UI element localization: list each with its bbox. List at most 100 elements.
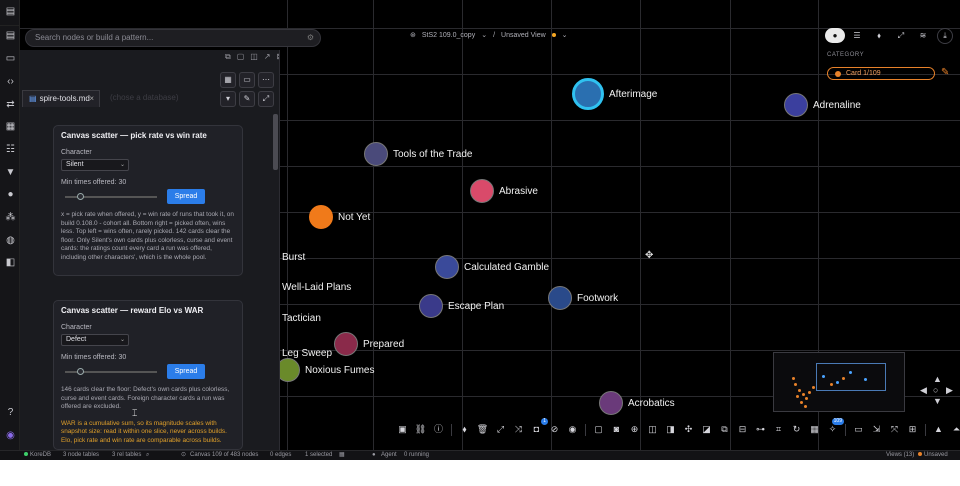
graph-node[interactable]: Abrasive <box>470 179 538 203</box>
globe-icon[interactable]: ◍ <box>5 235 16 246</box>
circle-mode-icon[interactable]: ● <box>825 28 845 43</box>
spread-button[interactable]: Spread <box>167 364 205 379</box>
dash-icon[interactable]: ⊟ <box>735 422 750 437</box>
layout-icon[interactable]: ⊞ <box>905 422 920 437</box>
folder-icon[interactable]: ▭ <box>5 53 16 64</box>
crumb-view[interactable]: Unsaved View <box>501 32 546 39</box>
crumb-project[interactable]: StS2 109.0_copy <box>422 32 475 39</box>
edit-button[interactable]: ✎ <box>239 91 255 107</box>
graph-node[interactable]: Footwork <box>548 286 618 310</box>
minimap-viewport[interactable] <box>816 363 886 391</box>
split-icon[interactable]: ⧉ <box>225 52 231 62</box>
label-icon[interactable]: ◘ 1 <box>529 418 548 437</box>
chevron-down-icon[interactable]: ⌄ <box>562 31 568 39</box>
character-select[interactable]: Silent ⌄ <box>61 159 129 171</box>
category-chip[interactable]: Card 1/109 <box>827 67 935 80</box>
image-icon[interactable]: ▣ <box>395 422 410 437</box>
graph-node[interactable]: Tools of the Trade <box>364 142 473 166</box>
link-icon[interactable]: ⛓ <box>413 422 428 437</box>
pan-right-icon[interactable]: ▶ <box>946 385 953 396</box>
paint-brush-icon[interactable]: ✎ <box>941 67 949 78</box>
shuffle-icon[interactable]: ⤨ <box>511 422 526 437</box>
panel-icon[interactable]: ◨ <box>663 422 678 437</box>
pan-left-icon[interactable]: ◀ <box>920 385 927 396</box>
tag-icon[interactable]: ⬧ <box>869 28 889 43</box>
hat-icon[interactable]: ▲ <box>931 422 946 437</box>
bell-icon[interactable]: ⏶ <box>949 422 960 437</box>
file-tab[interactable]: ▤ spire-tools.md × <box>22 90 100 107</box>
more-button[interactable]: ⋯ <box>258 72 274 88</box>
cube-icon[interactable]: ◧ <box>5 257 16 268</box>
slider-thumb[interactable] <box>77 193 84 200</box>
settings-icon[interactable]: ⚙ <box>307 30 314 46</box>
character-select[interactable]: Defect ⌄ <box>61 334 129 346</box>
views-count[interactable]: Views (13) <box>886 451 914 460</box>
graph-node[interactable]: Not Yet <box>309 205 370 229</box>
graph-icon[interactable]: ⤧ <box>887 422 902 437</box>
hierarchy-icon[interactable]: ☷ <box>5 144 16 155</box>
panel-scrollbar[interactable] <box>273 114 278 170</box>
table-icon[interactable]: ▦ <box>339 451 345 460</box>
min-offered-slider[interactable]: Spread <box>61 364 235 380</box>
info-icon[interactable]: ⓘ <box>431 422 446 437</box>
graph-node[interactable]: Adrenaline <box>784 93 861 117</box>
resize-icon[interactable]: ⤢ <box>891 28 911 43</box>
frame-icon[interactable]: ▢ <box>591 422 606 437</box>
pan-down-icon[interactable]: ▼ <box>933 396 942 406</box>
recenter-icon[interactable]: ○ <box>933 385 938 395</box>
graph-node[interactable]: Escape Plan <box>419 294 504 318</box>
download-icon[interactable]: ⤓ <box>937 28 953 44</box>
copy-icon[interactable]: ⧉ <box>717 422 732 437</box>
window-icon[interactable]: ▭ <box>851 422 866 437</box>
network-icon[interactable]: ⁂ <box>5 212 16 223</box>
close-panel-icon[interactable]: ⊠ <box>277 52 279 62</box>
crop-icon[interactable]: ⌗ <box>771 422 786 437</box>
user-avatar-icon[interactable]: ◉ <box>5 430 16 441</box>
graph-node[interactable]: Acrobatics <box>599 391 675 415</box>
fit-icon[interactable]: ⤢ <box>493 422 508 437</box>
db-status[interactable]: KoreDB <box>24 451 51 460</box>
graph-node[interactable]: Prepared <box>334 332 404 356</box>
window-icon[interactable]: ▢ <box>237 52 245 62</box>
search-input[interactable]: Search nodes or build a pattern... ⚙ <box>25 29 321 47</box>
magic-wand-icon[interactable]: ✧ 109 <box>825 418 844 437</box>
slider-thumb[interactable] <box>77 368 84 375</box>
transfer-icon[interactable]: ⇄ <box>5 99 16 110</box>
puzzle-icon[interactable]: ✣ <box>681 422 696 437</box>
close-tab-icon[interactable]: × <box>89 91 94 107</box>
page-icon[interactable]: ▤ <box>5 6 16 17</box>
collapse-icon[interactable]: ⇲ <box>869 422 884 437</box>
graph-node[interactable]: Noxious Fumes <box>276 358 374 382</box>
layers-icon[interactable]: ≋ <box>913 28 933 43</box>
scale-icon[interactable]: ▦ <box>807 422 822 437</box>
code-icon[interactable]: ‹› <box>5 76 16 87</box>
folder-button[interactable]: ▭ <box>239 72 255 88</box>
tag-icon[interactable]: ⬧ <box>457 422 472 437</box>
list-mode-icon[interactable]: ☰ <box>847 28 867 43</box>
external-icon[interactable]: ↗ <box>264 52 271 62</box>
grid-view-button[interactable]: ▦ <box>220 72 236 88</box>
graph-node[interactable]: Afterimage <box>572 78 657 110</box>
split-vertical-icon[interactable]: ◫ <box>250 52 258 62</box>
help-icon[interactable]: ? <box>5 407 16 418</box>
file-icon[interactable]: ▤ <box>5 30 16 41</box>
pan-up-icon[interactable]: ▲ <box>933 374 942 384</box>
table-icon[interactable]: ▦ <box>5 121 16 132</box>
expand-button[interactable]: ⤢ <box>258 91 274 107</box>
columns-icon[interactable]: ◫ <box>645 422 660 437</box>
filter-icon[interactable]: ▼ <box>5 167 16 178</box>
trash-icon[interactable]: 🗑 <box>475 422 490 437</box>
chat-icon[interactable]: ● <box>5 189 16 200</box>
chevron-down-icon[interactable]: ⌄ <box>481 31 487 39</box>
toggle-icon[interactable]: ⊶ <box>753 422 768 437</box>
hide-icon[interactable]: ⊘ <box>547 422 562 437</box>
dropdown-button[interactable]: ▾ <box>220 91 236 107</box>
cube-icon[interactable]: ◪ <box>699 422 714 437</box>
graph-node[interactable]: Calculated Gamble <box>435 255 549 279</box>
min-offered-slider[interactable]: Spread <box>61 189 235 205</box>
target-icon[interactable]: ⊕ <box>627 422 642 437</box>
rotate-icon[interactable]: ↻ <box>789 422 804 437</box>
minimap[interactable] <box>773 352 905 412</box>
spread-button[interactable]: Spread <box>167 189 205 204</box>
search-icon[interactable]: ⌕ <box>146 451 149 460</box>
